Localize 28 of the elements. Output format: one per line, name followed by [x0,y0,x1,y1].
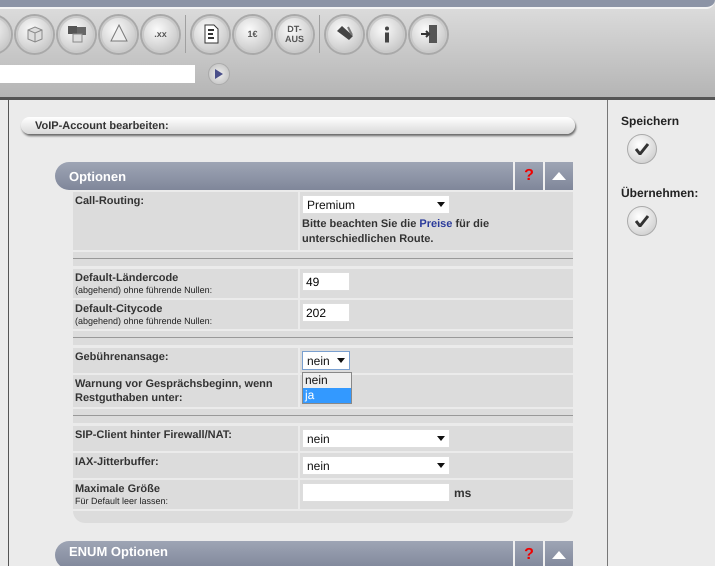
field-label: Call-Routing: [75,194,146,208]
panel-title: Optionen [68,168,128,184]
action-label: Speichern [621,114,680,128]
domain-button[interactable]: .xx [142,16,179,52]
select-field[interactable]: nein [302,456,450,475]
dtaus-button[interactable]: DT- AUS [276,16,313,52]
invoice-button[interactable]: 1€ [234,16,271,52]
input-field[interactable]: 49 [302,272,350,291]
field-label: Maximale Größe [75,482,161,496]
field-label: IAX-Jitterbuffer: [75,455,160,469]
field-hint: Für Default leer lassen: [75,496,170,507]
select-field[interactable]: nein [302,429,450,448]
action-label: Übernehmen: [621,186,698,200]
field-label: Warnung vor Gesprächsbeginn, wenn Restguthaben unter: [75,377,274,405]
field-hint: (abgehend) ohne führende Nullen: [75,285,214,296]
routing-note: Bitte beachten Sie die Preise für die unterschiedlichen Route. [302,217,490,247]
unit-label: ms [454,486,472,500]
field-label: Gebührenansage: [75,350,170,364]
select-field[interactable]: nein [302,351,350,370]
field-label: Default-Ländercode [75,271,180,285]
field-hint: (abgehend) ohne führende Nullen: [75,316,214,327]
prices-link[interactable]: Preise [419,218,452,230]
field-label: SIP-Client hinter Firewall/NAT: [75,428,233,442]
select-field[interactable]: Premium [302,195,450,214]
field-label: Default-Citycode [75,302,164,316]
section-title: VoIP-Account bearbeiten: [21,117,575,134]
input-field[interactable]: 202 [302,303,350,322]
panel-title: ENUM Optionen [68,543,169,559]
